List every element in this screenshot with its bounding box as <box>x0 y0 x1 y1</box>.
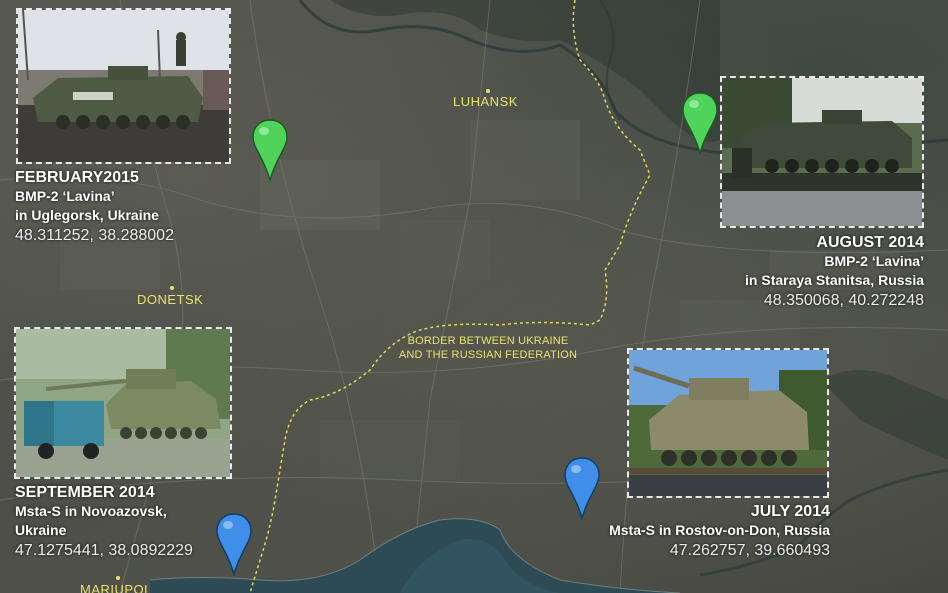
city-label-mariupol: MARIUPOL <box>80 582 152 593</box>
photo-msta-s-novoazovsk[interactable] <box>14 327 232 479</box>
caption-coordinates: 47.262757, 39.660493 <box>669 542 830 559</box>
caption-uglegorsk: FEBRUARY2015 BMP-2 ‘Lavina’ in Uglegorsk… <box>15 168 174 246</box>
caption-vehicle: Msta-S in Novoazovsk, <box>15 503 167 519</box>
caption-coordinates: 48.311252, 38.288002 <box>15 227 174 244</box>
map-pin-rostov[interactable] <box>563 456 601 520</box>
photo-msta-s-rostov[interactable] <box>627 348 829 498</box>
caption-staraya-stanitsa: AUGUST 2014 BMP-2 ‘Lavina’ in Staraya St… <box>745 233 924 311</box>
caption-rostov: JULY 2014 Msta-S in Rostov-on-Don, Russi… <box>609 502 830 561</box>
caption-date: AUGUST 2014 <box>816 234 924 251</box>
city-label-donetsk: DONETSK <box>137 292 204 307</box>
caption-vehicle: BMP-2 ‘Lavina’ <box>15 188 115 204</box>
map-pin-staraya-stanitsa[interactable] <box>681 91 719 155</box>
border-label: BORDER BETWEEN UKRAINE AND THE RUSSIAN F… <box>384 334 592 362</box>
caption-location: Ukraine <box>15 522 67 538</box>
caption-novoazovsk: SEPTEMBER 2014 Msta-S in Novoazovsk, Ukr… <box>15 483 193 561</box>
border-label-line-1: BORDER BETWEEN UKRAINE <box>407 335 569 347</box>
bmp2-photo-icon <box>18 10 229 162</box>
msta-s-photo-icon <box>16 329 230 477</box>
city-label-luhansk: LUHANSK <box>453 94 518 109</box>
map-pin-novoazovsk[interactable] <box>215 512 253 576</box>
photo-bmp2-uglegorsk[interactable] <box>16 8 231 164</box>
caption-location: in Uglegorsk, Ukraine <box>15 207 159 223</box>
caption-vehicle: BMP-2 ‘Lavina’ <box>824 253 924 269</box>
caption-location: in Staraya Stanitsa, Russia <box>745 272 924 288</box>
caption-date: SEPTEMBER 2014 <box>15 484 155 501</box>
caption-vehicle: Msta-S in Rostov-on-Don, Russia <box>609 522 830 538</box>
photo-bmp2-staraya-stanitsa[interactable] <box>720 76 924 228</box>
satellite-map[interactable]: LUHANSK DONETSK MARIUPOL BORDER BETWEEN … <box>0 0 948 593</box>
caption-date: FEBRUARY2015 <box>15 169 139 186</box>
bmp2-photo-icon <box>722 78 922 226</box>
border-label-line-2: AND THE RUSSIAN FEDERATION <box>398 349 578 361</box>
map-pin-uglegorsk[interactable] <box>251 118 289 182</box>
caption-coordinates: 47.1275441, 38.0892229 <box>15 542 193 559</box>
caption-coordinates: 48.350068, 40.272248 <box>763 292 924 309</box>
msta-s-photo-icon <box>629 350 827 496</box>
caption-date: JULY 2014 <box>750 503 830 520</box>
